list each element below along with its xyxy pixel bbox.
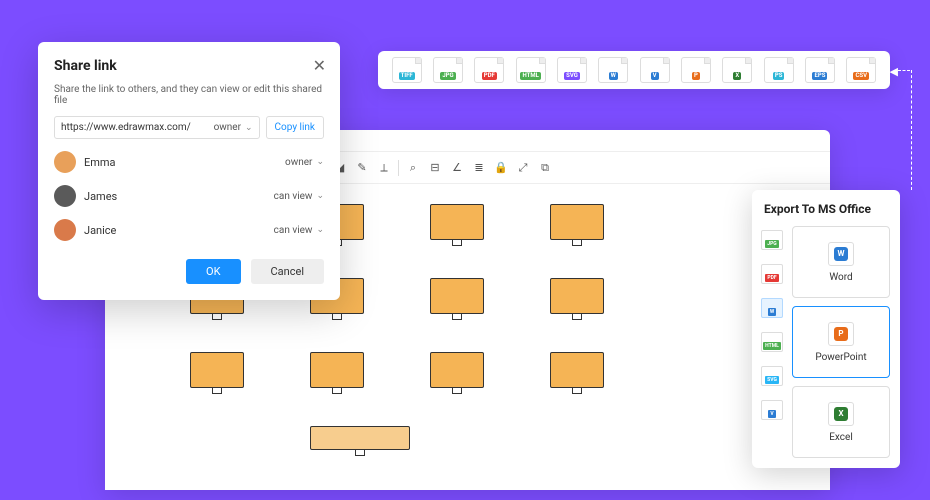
share-url-text: https://www.edrawmax.com/online/fil — [61, 122, 191, 133]
export-cards: W Word P PowerPoint X Excel — [792, 226, 900, 458]
connector-line — [911, 70, 912, 190]
chevron-down-icon: ⌄ — [316, 157, 324, 167]
export-card-label: PowerPoint — [815, 352, 866, 363]
search-icon[interactable]: ⌕ — [403, 158, 423, 178]
format-chip-csv[interactable]: CSV — [846, 57, 876, 83]
format-chip-jpg[interactable]: JPG — [433, 57, 463, 83]
export-format-sidebar: JPG PDF W HTML SVG V — [752, 226, 792, 458]
user-row: James can view ⌄ — [54, 185, 324, 207]
chevron-down-icon: ⌄ — [245, 123, 253, 133]
format-chip-w[interactable]: W — [598, 57, 628, 83]
export-side-jpg[interactable]: JPG — [761, 230, 783, 250]
teacher-desk-shape[interactable] — [310, 426, 410, 456]
user-name: Emma — [84, 156, 116, 169]
monitor-shape[interactable] — [430, 278, 484, 320]
cancel-button[interactable]: Cancel — [251, 259, 324, 284]
file-icon: X — [828, 402, 854, 426]
export-card-powerpoint[interactable]: P PowerPoint — [792, 306, 890, 378]
format-chip-x[interactable]: X — [722, 57, 752, 83]
share-url-input[interactable]: https://www.edrawmax.com/online/fil owne… — [54, 116, 260, 139]
user-row: Janice can view ⌄ — [54, 219, 324, 241]
more-icon[interactable]: ⧉ — [535, 158, 555, 178]
close-icon[interactable]: ✕ — [313, 56, 326, 75]
monitor-shape[interactable] — [190, 352, 244, 394]
separator — [398, 160, 399, 176]
minus-icon[interactable]: ⊟ — [425, 158, 445, 178]
share-dialog: Share link ✕ Share the link to others, a… — [38, 42, 340, 300]
share-subtitle: Share the link to others, and they can v… — [54, 84, 324, 106]
chevron-down-icon: ⌄ — [316, 225, 324, 235]
chevron-down-icon: ⌄ — [316, 191, 324, 201]
permission-select[interactable]: can view ⌄ — [274, 225, 324, 236]
export-panel-title: Export To MS Office — [752, 200, 900, 226]
format-chip-ps[interactable]: PS — [764, 57, 794, 83]
stroke-icon[interactable]: ✎ — [352, 158, 372, 178]
export-side-w[interactable]: W — [761, 298, 783, 318]
file-icon: P — [828, 322, 854, 346]
export-panel: Export To MS Office JPG PDF W HTML SVG V W Wo… — [752, 190, 900, 468]
url-permission-select[interactable]: owner ⌄ — [214, 122, 253, 133]
format-chip-html[interactable]: HTML — [516, 57, 546, 83]
format-chip-v[interactable]: V — [640, 57, 670, 83]
expand-icon[interactable]: ⤢ — [513, 158, 533, 178]
export-card-label: Word — [829, 272, 852, 283]
user-row: Emma owner ⌄ — [54, 151, 324, 173]
export-side-pdf[interactable]: PDF — [761, 264, 783, 284]
format-chip-tiff[interactable]: TIFF — [392, 57, 422, 83]
export-card-excel[interactable]: X Excel — [792, 386, 890, 458]
export-card-label: Excel — [829, 432, 853, 443]
export-side-svg[interactable]: SVG — [761, 366, 783, 386]
monitor-shape[interactable] — [430, 204, 484, 246]
copy-link-button[interactable]: Copy link — [266, 116, 324, 139]
edit-icon[interactable]: ∠ — [447, 158, 467, 178]
export-card-word[interactable]: W Word — [792, 226, 890, 298]
format-chip-pdf[interactable]: PDF — [474, 57, 504, 83]
monitor-shape[interactable] — [550, 204, 604, 246]
lock-icon[interactable]: 🔒 — [491, 158, 511, 178]
export-format-bar: TIFF JPG PDF HTML SVG WVPX PS EPS CSV — [378, 51, 890, 89]
permission-select[interactable]: owner ⌄ — [285, 157, 324, 168]
format-chip-eps[interactable]: EPS — [805, 57, 835, 83]
arrow-left-icon: ◀ — [890, 65, 898, 78]
avatar — [54, 151, 76, 173]
connector-line — [898, 70, 910, 71]
export-side-v[interactable]: V — [761, 400, 783, 420]
monitor-shape[interactable] — [310, 352, 364, 394]
ok-button[interactable]: OK — [186, 259, 240, 284]
format-chip-p[interactable]: P — [681, 57, 711, 83]
avatar — [54, 185, 76, 207]
monitor-shape[interactable] — [550, 278, 604, 320]
format-chip-svg[interactable]: SVG — [557, 57, 587, 83]
share-dialog-title: Share link — [54, 58, 324, 74]
export-side-html[interactable]: HTML — [761, 332, 783, 352]
file-icon: W — [828, 242, 854, 266]
permission-select[interactable]: can view ⌄ — [274, 191, 324, 202]
user-name: James — [84, 190, 117, 203]
avatar — [54, 219, 76, 241]
monitor-shape[interactable] — [430, 352, 484, 394]
layers-icon[interactable]: ≣ — [469, 158, 489, 178]
user-name: Janice — [84, 224, 116, 237]
crop-icon[interactable]: ⟂ — [374, 158, 394, 178]
monitor-shape[interactable] — [550, 352, 604, 394]
